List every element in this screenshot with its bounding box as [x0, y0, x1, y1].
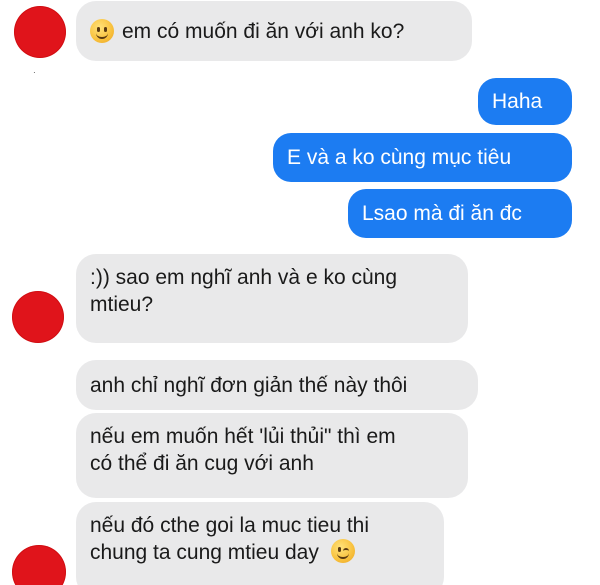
- smiling-face-emoji-icon: [90, 19, 114, 43]
- message-thread[interactable]: · em có muốn đi ăn với anh ko? Haha E và…: [0, 0, 600, 585]
- message-bubble-outgoing-3[interactable]: Lsao mà đi ăn đc: [348, 189, 572, 238]
- message-line: nếu em muốn hết 'lủi thủi" thì em: [90, 425, 396, 448]
- message-line: mtieu?: [90, 293, 154, 316]
- contact-avatar[interactable]: [14, 6, 66, 58]
- contact-avatar[interactable]: [12, 545, 66, 585]
- contact-avatar[interactable]: [12, 291, 64, 343]
- message-text: Haha: [492, 90, 543, 113]
- message-text: em có muốn đi ăn với anh ko?: [122, 19, 405, 43]
- message-bubble-outgoing-1[interactable]: Haha: [478, 78, 572, 125]
- message-line: chung ta cung mtieu day: [90, 539, 430, 566]
- message-bubble-incoming-2[interactable]: :)) sao em nghĩ anh và e ko cùng mtieu?: [76, 254, 468, 343]
- message-text: Lsao mà đi ăn đc: [362, 202, 522, 225]
- message-bubble-incoming-3[interactable]: anh chỉ nghĩ đơn giản thế này thôi: [76, 360, 478, 410]
- message-line: :)) sao em nghĩ anh và e ko cùng: [90, 266, 398, 289]
- message-text: E và a ko cùng mục tiêu: [287, 146, 512, 169]
- message-bubble-incoming-5[interactable]: nếu đó cthe goi la muc tieu thi chung ta…: [76, 502, 444, 585]
- winking-face-emoji-icon: [330, 539, 355, 563]
- message-text: anh chỉ nghĩ đơn giản thế này thôi: [90, 373, 408, 397]
- message-line: có thể đi ăn cug với anh: [90, 452, 314, 475]
- message-bubble-incoming-4[interactable]: nếu em muốn hết 'lủi thủi" thì em có thể…: [76, 413, 468, 498]
- message-bubble-incoming-1[interactable]: em có muốn đi ăn với anh ko?: [76, 1, 472, 61]
- decorative-dot: ·: [33, 68, 36, 77]
- message-bubble-outgoing-2[interactable]: E và a ko cùng mục tiêu: [273, 133, 572, 182]
- message-line: nếu đó cthe goi la muc tieu thi: [90, 514, 370, 537]
